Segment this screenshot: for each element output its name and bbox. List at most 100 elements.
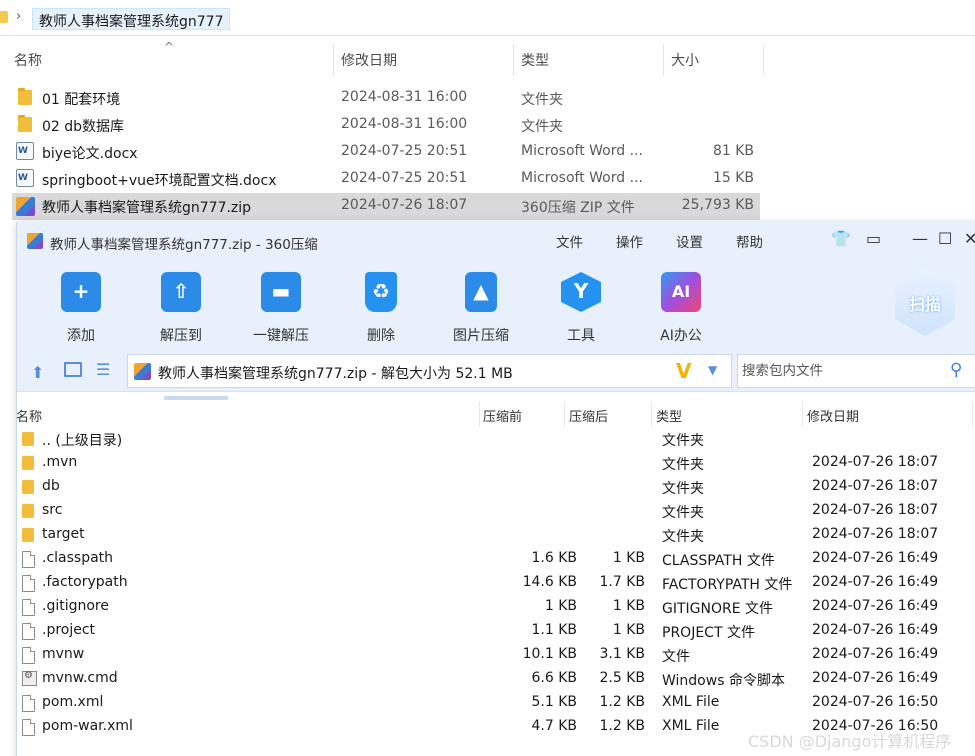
column-divider[interactable] [564, 402, 565, 426]
folder-icon [22, 431, 34, 446]
menu-file[interactable]: 文件 [556, 231, 583, 251]
column-divider[interactable] [802, 402, 803, 426]
feedback-message-icon[interactable]: ▭ [866, 229, 881, 248]
column-name[interactable]: 名称 [16, 406, 42, 425]
column-date-modified[interactable]: 修改日期 [807, 406, 859, 425]
extract-to-icon: ⇧ [161, 272, 201, 312]
column-compressed-before[interactable]: 压缩前 [483, 406, 522, 425]
image-compress-button[interactable]: ▲ 图片压缩 [439, 268, 523, 348]
extract-to-button[interactable]: ⇧ 解压到 [139, 268, 223, 348]
tool-label: 一键解压 [253, 328, 309, 344]
column-divider[interactable] [513, 44, 514, 76]
file-type: Microsoft Word ... [521, 143, 643, 159]
up-arrow-icon[interactable]: ⬆ [31, 363, 44, 382]
file-icon [22, 623, 35, 640]
skin-shirt-icon[interactable]: 👕 [831, 229, 851, 248]
file-row[interactable]: 02 db数据库 2024-08-31 16:00 文件夹 [12, 112, 760, 139]
archive-list-item[interactable]: .. (上级目录) 文件夹 [16, 428, 975, 452]
file-icon [22, 647, 35, 664]
explorer-address-bar[interactable]: › 教师人事档案管理系统gn777 [0, 0, 975, 36]
image-compress-icon: ▲ [465, 272, 497, 312]
item-name: .mvn [42, 454, 78, 470]
maximize-icon[interactable]: ☐ [938, 229, 952, 248]
app-logo-icon [27, 233, 43, 249]
scroll-indicator[interactable] [164, 396, 228, 400]
chevron-right-icon[interactable]: › [16, 9, 21, 24]
column-divider[interactable] [651, 402, 652, 426]
explorer-column-header: ^ 名称 修改日期 类型 大小 [0, 40, 975, 76]
breadcrumb-current-folder[interactable]: 教师人事档案管理系统gn777 [32, 8, 231, 30]
search-input[interactable] [742, 361, 942, 381]
column-divider[interactable] [333, 44, 334, 76]
item-size-after: 1.7 KB [599, 574, 646, 590]
column-type[interactable]: 类型 [521, 50, 549, 70]
file-date: 2024-07-25 20:51 [341, 170, 468, 186]
delete-button[interactable]: ♻ 删除 [339, 268, 423, 348]
archive-path-field[interactable]: 教师人事档案管理系统gn777.zip - 解包大小为 52.1 MB V ▼ [127, 354, 732, 388]
chevron-down-icon[interactable]: ▼ [708, 363, 717, 377]
item-date: 2024-07-26 18:07 [812, 454, 939, 470]
search-box[interactable]: ⚲ [737, 354, 975, 388]
file-icon [22, 599, 35, 616]
file-row[interactable]: springboot+vue环境配置文档.docx 2024-07-25 20:… [12, 166, 760, 193]
tools-button[interactable]: Y 工具 [539, 268, 623, 348]
archive-list-item[interactable]: .project 1.1 KB 1 KB PROJECT 文件 2024-07-… [16, 620, 975, 644]
zip-archive-icon [134, 363, 151, 380]
close-icon[interactable]: ✕ [964, 229, 975, 248]
item-type: 文件夹 [662, 433, 704, 449]
archive-file-list: .. (上级目录) 文件夹 .mvn 文件夹 2024-07-26 18:07 … [16, 428, 975, 756]
file-name: 教师人事档案管理系统gn777.zip [42, 200, 252, 216]
search-icon[interactable]: ⚲ [950, 360, 962, 380]
archive-list-item[interactable]: pom.xml 5.1 KB 1.2 KB XML File 2024-07-2… [16, 692, 975, 716]
tool-label: 工具 [567, 328, 595, 344]
menu-operation[interactable]: 操作 [616, 231, 643, 251]
verified-v-icon[interactable]: V [676, 359, 691, 383]
archive-list-item[interactable]: .mvn 文件夹 2024-07-26 18:07 [16, 452, 975, 476]
thumbnail-view-icon[interactable] [64, 362, 82, 377]
file-row[interactable]: biye论文.docx 2024-07-25 20:51 Microsoft W… [12, 139, 760, 166]
item-size-before: 6.6 KB [531, 670, 578, 686]
tool-label: 添加 [67, 328, 95, 344]
ai-office-button[interactable]: AI AI办公 [639, 268, 723, 348]
archive-list-item[interactable]: .factorypath 14.6 KB 1.7 KB FACTORYPATH … [16, 572, 975, 596]
file-date: 2024-07-25 20:51 [341, 143, 468, 159]
column-type[interactable]: 类型 [656, 406, 682, 425]
column-date-modified[interactable]: 修改日期 [341, 50, 397, 70]
column-divider[interactable] [479, 402, 480, 426]
desktop-screenshot: › 教师人事档案管理系统gn777 ^ 名称 修改日期 类型 大小 01 配套环… [0, 0, 975, 756]
file-name: springboot+vue环境配置文档.docx [42, 173, 277, 189]
file-icon [22, 695, 35, 712]
file-row-selected[interactable]: 教师人事档案管理系统gn777.zip 2024-07-26 18:07 360… [12, 193, 760, 220]
column-divider[interactable] [663, 44, 664, 76]
tool-label: 图片压缩 [453, 328, 509, 344]
archive-list-item[interactable]: mvnw.cmd 6.6 KB 2.5 KB Windows 命令脚本 2024… [16, 668, 975, 692]
one-click-extract-button[interactable]: ▬ 一键解压 [239, 268, 323, 348]
column-divider[interactable] [972, 402, 973, 426]
item-name: mvnw [42, 646, 85, 662]
archive-list-item[interactable]: mvnw 10.1 KB 3.1 KB 文件 2024-07-26 16:49 [16, 644, 975, 668]
item-date: 2024-07-26 16:49 [812, 574, 939, 590]
column-divider[interactable] [763, 44, 764, 76]
column-name[interactable]: 名称 [14, 50, 42, 70]
delete-icon: ♻ [365, 272, 397, 312]
minimize-icon[interactable]: — [912, 229, 928, 248]
item-date: 2024-07-26 16:49 [812, 670, 939, 686]
add-button[interactable]: + 添加 [39, 268, 123, 348]
list-view-icon[interactable]: ☰ [96, 360, 110, 379]
archive-list-item[interactable]: db 文件夹 2024-07-26 18:07 [16, 476, 975, 500]
column-compressed-after[interactable]: 压缩后 [569, 406, 608, 425]
menu-help[interactable]: 帮助 [736, 231, 763, 251]
item-size-before: 1 KB [544, 598, 577, 614]
archive-list-item[interactable]: .classpath 1.6 KB 1 KB CLASSPATH 文件 2024… [16, 548, 975, 572]
menu-settings[interactable]: 设置 [676, 231, 703, 251]
archiver-title-bar[interactable]: 教师人事档案管理系统gn777.zip - 360压缩 文件 操作 设置 帮助 … [17, 222, 975, 258]
archive-list-item[interactable]: .gitignore 1 KB 1 KB GITIGNORE 文件 2024-0… [16, 596, 975, 620]
column-size[interactable]: 大小 [671, 50, 699, 70]
item-name: pom.xml [42, 694, 104, 710]
item-size-after: 1 KB [612, 598, 645, 614]
item-name: .project [42, 622, 96, 638]
file-row[interactable]: 01 配套环境 2024-08-31 16:00 文件夹 [12, 85, 760, 112]
archive-list-item[interactable]: target 文件夹 2024-07-26 18:07 [16, 524, 975, 548]
archive-list-item[interactable]: src 文件夹 2024-07-26 18:07 [16, 500, 975, 524]
item-type: 文件 [662, 649, 690, 665]
